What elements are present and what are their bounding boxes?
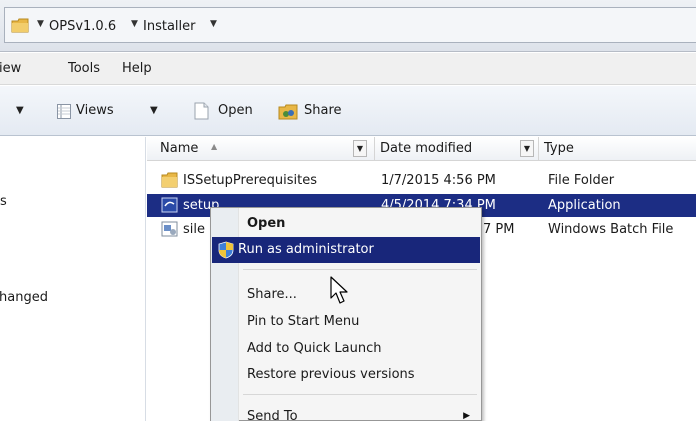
context-menu-label: Open — [247, 216, 286, 231]
address-bar: ▼ OPSv1.0.6 ▼ Installer ▼ — [0, 0, 696, 52]
column-header-type[interactable]: Type — [539, 137, 696, 161]
open-button[interactable]: Open — [218, 103, 253, 118]
file-type: Windows Batch File — [548, 222, 674, 237]
context-menu-label: Run as administrator — [238, 242, 374, 257]
context-menu-item-run-as-administrator[interactable]: Run as administrator — [212, 237, 480, 263]
column-header-date-modified[interactable]: Date modified ▼ — [375, 137, 539, 161]
date-filter-dropdown-icon[interactable]: ▼ — [520, 140, 534, 157]
command-bar: ▼ Views ▼ Open Share — [0, 86, 696, 136]
column-header-type-label: Type — [544, 141, 574, 156]
column-headers: Name ▲ ▼ Date modified ▼ Type — [147, 137, 696, 161]
breadcrumb-chevron-icon[interactable]: ▼ — [210, 19, 217, 29]
column-header-date-label: Date modified — [380, 141, 473, 156]
share-button[interactable]: Share — [304, 103, 342, 118]
context-menu-item-add-to-quick-launch[interactable]: Add to Quick Launch — [212, 336, 480, 362]
menu-help[interactable]: Help — [122, 61, 152, 76]
context-menu-label: Send To — [247, 409, 298, 421]
breadcrumb-item-installer[interactable]: Installer — [143, 19, 195, 34]
context-menu-label: Share... — [247, 287, 297, 302]
submenu-arrow-icon: ▶ — [463, 411, 470, 421]
folder-icon — [161, 172, 178, 188]
menu-tools[interactable]: Tools — [68, 61, 100, 76]
menu-view[interactable]: iew — [0, 61, 21, 76]
mouse-cursor-icon — [330, 276, 348, 304]
context-menu-item-pin-to-start-menu[interactable]: Pin to Start Menu — [212, 309, 480, 335]
context-menu-label: Pin to Start Menu — [247, 314, 360, 329]
uac-shield-icon — [218, 241, 234, 259]
file-row[interactable]: ISSetupPrerequisites 1/7/2015 4:56 PM Fi… — [147, 169, 696, 192]
nav-item-fragment[interactable]: s — [0, 194, 7, 209]
file-name: sile — [183, 222, 205, 237]
views-button[interactable]: Views — [76, 103, 114, 118]
views-dropdown-arrow-icon[interactable]: ▼ — [150, 105, 158, 116]
menu-bar: iew Tools Help — [0, 53, 696, 85]
share-icon[interactable] — [277, 102, 299, 121]
context-menu-separator — [243, 269, 477, 270]
name-filter-dropdown-icon[interactable]: ▼ — [353, 140, 367, 157]
setup-app-icon — [161, 197, 178, 213]
file-date: 1/7/2015 4:56 PM — [381, 173, 496, 188]
column-header-name[interactable]: Name ▲ ▼ — [155, 137, 375, 161]
context-menu-separator — [243, 394, 477, 395]
organize-dropdown-arrow-icon[interactable]: ▼ — [16, 105, 24, 116]
batch-file-icon — [161, 221, 178, 237]
file-date: 7 PM — [483, 222, 515, 237]
breadcrumb-chevron-icon[interactable]: ▼ — [131, 19, 138, 29]
folder-icon — [11, 18, 29, 33]
context-menu-label: Restore previous versions — [247, 367, 415, 382]
context-menu-item-restore-previous-versions[interactable]: Restore previous versions — [212, 362, 480, 388]
breadcrumb[interactable]: ▼ OPSv1.0.6 ▼ Installer ▼ — [4, 7, 696, 43]
context-menu-label: Add to Quick Launch — [247, 341, 382, 356]
file-type: Application — [548, 198, 621, 213]
context-menu-item-send-to[interactable]: Send To ▶ — [212, 404, 480, 421]
breadcrumb-item-opsv106[interactable]: OPSv1.0.6 — [49, 19, 116, 34]
context-menu-item-open[interactable]: Open — [212, 211, 480, 237]
file-type: File Folder — [548, 173, 615, 188]
column-header-name-label: Name — [160, 141, 199, 156]
sort-ascending-icon: ▲ — [211, 142, 218, 151]
file-name: ISSetupPrerequisites — [183, 173, 318, 188]
navigation-pane: s hanged — [0, 137, 146, 421]
nav-item-changed[interactable]: hanged — [0, 290, 48, 305]
breadcrumb-chevron-icon[interactable]: ▼ — [37, 19, 44, 29]
views-icon[interactable] — [57, 104, 71, 119]
context-menu: Open Run as administrator Share... Pin t… — [210, 207, 482, 421]
open-document-icon[interactable] — [194, 102, 209, 120]
